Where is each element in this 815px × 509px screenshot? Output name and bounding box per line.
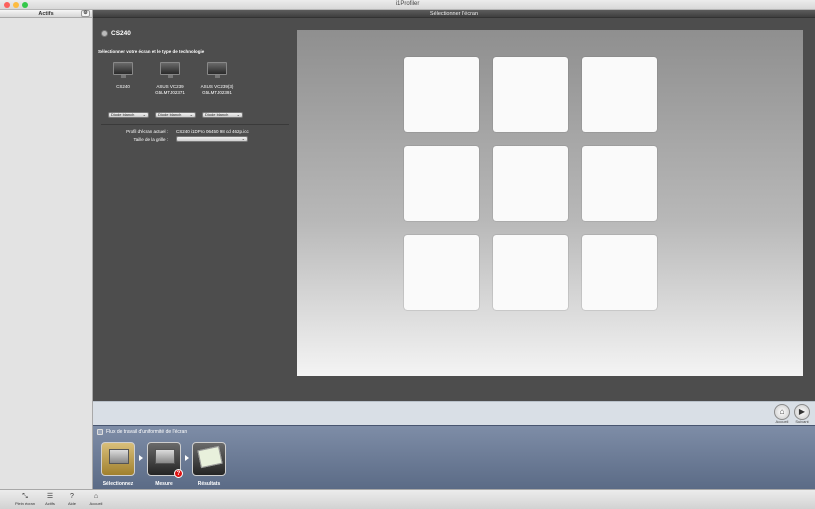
step-label: Sélectionnez (102, 481, 134, 487)
monitor-item[interactable]: CS240 (103, 62, 143, 90)
arrow-right-icon (139, 455, 143, 461)
technology-select-value: Diode blanch (158, 112, 182, 117)
fullscreen-button[interactable]: ⤡ Plein écran (13, 492, 37, 506)
monitor-icon (113, 62, 133, 78)
tool-label: Plein écran (14, 501, 35, 506)
monitor-list: CS240 ASUS VC239 G5LMTJ02371 ASUS VC239(… (103, 62, 248, 112)
choose-display-label: Sélectionner votre écran et le type de t… (98, 49, 205, 54)
monitor-name: ASUS VC239 (156, 84, 184, 89)
technology-select[interactable]: Diode blanch ⌄ (202, 112, 243, 118)
monitor-item[interactable]: ASUS VC239(3) G5LMTJ02391 (197, 62, 237, 95)
grid-tile (493, 57, 568, 132)
home-icon: ⌂ (779, 407, 785, 416)
sidebar-header-label: Actifs (38, 11, 54, 17)
step-label: Résultats (197, 481, 221, 487)
monitor-serial: G5LMTJ02371 (155, 90, 185, 95)
main-panel: Sélectionner l'écran CS240 Sélectionner … (93, 10, 815, 401)
gear-icon[interactable]: ⚙ (81, 10, 90, 17)
technology-select-value: Diode blanch (205, 112, 229, 117)
uniformity-grid-preview (297, 30, 803, 376)
current-profile-label: Profil d'écran actuel : (126, 129, 168, 134)
step-label: Mesure (155, 481, 173, 487)
document-icon (197, 445, 223, 469)
workflow-title-text: Flux de travail d'uniformité de l'écran (106, 429, 188, 435)
chevron-down-icon: ⌄ (241, 136, 245, 141)
step-select-button[interactable] (101, 442, 135, 476)
tool-label: Aide (67, 501, 76, 506)
grid-tile (582, 235, 657, 310)
workflow-title: Flux de travail d'uniformité de l'écran (97, 429, 187, 435)
step-measure-button[interactable]: ? (147, 442, 183, 478)
monitor-serial: G5LMTJ02391 (202, 90, 232, 95)
grid-tile (404, 235, 479, 310)
display-title: CS240 (101, 30, 131, 37)
home-label: Accueil (775, 419, 789, 424)
sidebar: Actifs ⚙ (0, 10, 93, 489)
grid-tile (404, 146, 479, 221)
tool-label: Actifs (45, 501, 55, 506)
monitor-icon (207, 62, 227, 78)
grid-size-label: Taille de la grille : (133, 137, 168, 142)
next-label: Suivant (795, 419, 809, 424)
display-settings-panel: CS240 Sélectionner votre écran et le typ… (93, 18, 297, 401)
tool-label: Accueil (89, 501, 103, 506)
grid-tile (582, 57, 657, 132)
display-title-text: CS240 (111, 30, 131, 37)
monitor-icon (160, 62, 180, 78)
home-tool-button[interactable]: ⌂ Accueil (84, 492, 108, 506)
assets-button[interactable]: ☰ Actifs (38, 492, 62, 506)
monitor-icon (155, 449, 175, 464)
divider (101, 124, 289, 125)
play-icon: ▶ (798, 407, 806, 416)
home-button[interactable]: ⌂ (774, 404, 790, 420)
current-profile-value: CS240 i1DPro 06450 98 cd 462p.icc (176, 129, 249, 134)
workflow-checkbox[interactable] (97, 429, 103, 435)
home-icon: ⌂ (93, 493, 99, 500)
technology-select[interactable]: Diode blanch ⌄ (155, 112, 196, 118)
chevron-down-icon: ⌄ (142, 112, 146, 117)
sidebar-header: Actifs ⚙ (0, 10, 92, 18)
grid-size-select[interactable]: ⌄ (176, 136, 248, 142)
monitor-item[interactable]: ASUS VC239 G5LMTJ02371 (150, 62, 190, 95)
help-button[interactable]: ? Aide (60, 492, 84, 506)
fullscreen-icon: ⤡ (22, 493, 28, 500)
alert-badge: ? (174, 469, 183, 478)
panel-header: Sélectionner l'écran (93, 10, 815, 18)
monitor-name: CS240 (116, 84, 130, 89)
grid-tile (493, 235, 568, 310)
grid-tile (493, 146, 568, 221)
step-results-button[interactable] (192, 442, 226, 476)
chevron-down-icon: ⌄ (236, 112, 240, 117)
technology-select-value: Diode blanch (111, 112, 135, 117)
monitor-icon (109, 449, 129, 464)
arrow-right-icon (185, 455, 189, 461)
display-icon (101, 30, 108, 37)
grid-tile (404, 57, 479, 132)
bottom-toolbar: ⤡ Plein écran ☰ Actifs ? Aide ⌂ Accueil (0, 489, 815, 509)
list-icon: ☰ (46, 493, 54, 500)
monitor-name: ASUS VC239(3) (200, 84, 234, 89)
app-title: i1Profiler (395, 1, 420, 7)
next-button[interactable]: ▶ (794, 404, 810, 420)
workflow-panel: Flux de travail d'uniformité de l'écran … (93, 425, 815, 489)
help-icon: ? (70, 493, 74, 500)
grid-tile (582, 146, 657, 221)
navigation-strip: ⌂ Accueil ▶ Suivant (93, 401, 815, 425)
window-titlebar: i1Profiler (0, 0, 815, 10)
chevron-down-icon: ⌄ (189, 112, 193, 117)
technology-select[interactable]: Diode blanch ⌄ (108, 112, 149, 118)
